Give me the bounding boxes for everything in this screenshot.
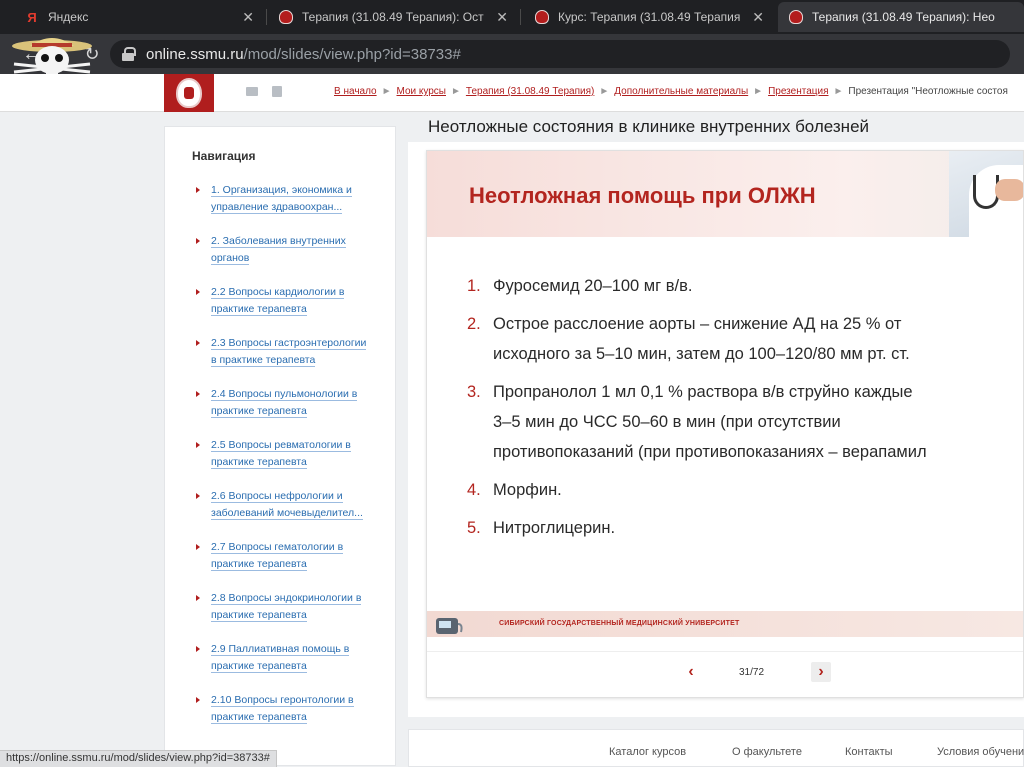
close-icon[interactable]: ✕ [496,9,508,26]
url-path: /mod/slides/view.php?id=38733# [243,45,461,63]
slide-viewer: Неотложная помощь при ОЛЖН 1. Фуросемид … [426,150,1024,698]
nav-item[interactable]: 2.7 Вопросы гематологии в практике терап… [192,539,372,573]
navigation-list: 1. Организация, экономика и управление з… [192,182,395,726]
breadcrumb-separator-icon: ► [753,86,764,97]
chevron-right-icon: › [818,663,824,680]
slide-list-item: 4. Морфин. [467,481,562,499]
breadcrumb-course[interactable]: Терапия (31.08.49 Терапия) [466,86,594,97]
tab-title: Яндекс [48,10,89,24]
slide-pager: ‹ 31/72 › [427,651,1023,691]
ssmu-crest-icon [788,9,804,25]
breadcrumb-separator-icon: ► [381,86,392,97]
breadcrumb-my-courses[interactable]: Мои курсы [397,86,447,97]
nav-item[interactable]: 2.9 Паллиативная помощь в практике терап… [192,641,372,675]
nav-item[interactable]: 2.10 Вопросы геронтологии в практике тер… [192,692,372,726]
crest-icon [176,78,202,108]
slide-list: 1. Фуросемид 20–100 мг в/в. 2. Острое ра… [467,271,1023,551]
url-input[interactable]: online.ssmu.ru /mod/slides/view.php?id=3… [110,40,1010,68]
slide: Неотложная помощь при ОЛЖН 1. Фуросемид … [427,151,1023,645]
doctor-stethoscope-image [949,151,1023,237]
footer-link-catalog[interactable]: Каталог курсов [609,746,686,758]
tonometer-icon [436,618,463,634]
url-host: online.ssmu.ru [146,45,244,63]
tab-therapy-ost[interactable]: Терапия (31.08.49 Терапия): Ост ✕ [268,2,518,32]
skull-straw-hat-icon [12,38,92,74]
nav-item[interactable]: 1. Организация, экономика и управление з… [192,182,372,216]
nav-item[interactable]: 2.5 Вопросы ревматологии в практике тера… [192,437,372,471]
nav-item[interactable]: 2. Заболевания внутренних органов [192,233,372,267]
ssmu-crest-icon [534,9,550,25]
page-title: Неотложные состояния в клинике внутренни… [428,117,870,136]
tab-therapy-neo[interactable]: Терапия (31.08.49 Терапия): Нео [778,2,1024,32]
close-icon[interactable]: ✕ [752,9,764,26]
tab-separator [520,9,521,25]
lock-icon [122,47,136,61]
close-icon[interactable]: ✕ [242,9,254,26]
breadcrumb-separator-icon: ► [451,86,461,97]
slide-list-item: 2. Острое расслоение аорты – снижение АД… [467,315,910,363]
slide-list-item: 1. Фуросемид 20–100 мг в/в. [467,277,693,295]
footer-link-about[interactable]: О факультете [732,746,802,758]
navigation-block: Навигация 1. Организация, экономика и уп… [164,126,396,766]
breadcrumb-separator-icon: ► [599,86,610,97]
slide-counter: 31/72 [739,667,765,678]
footer-link-terms[interactable]: Условия обучени [937,746,1024,758]
prev-slide-button[interactable]: ‹ [681,662,701,682]
nav-item[interactable]: 2.2 Вопросы кардиологии в практике терап… [192,284,372,318]
browser-address-bar: ← ↻ online.ssmu.ru /mod/slides/view.php?… [0,34,1024,74]
slide-list-item: 5. Нитроглицерин. [467,519,616,537]
breadcrumb-extra-materials[interactable]: Дополнительные материалы [614,86,748,97]
breadcrumb-presentation[interactable]: Презентация [768,86,828,97]
navigation-title: Навигация [192,149,256,163]
nav-item[interactable]: 2.6 Вопросы нефрологии и заболеваний моч… [192,488,372,522]
nav-item[interactable]: 2.4 Вопросы пульмонологии в практике тер… [192,386,372,420]
yandex-icon: Я [27,9,37,25]
tab-title: Терапия (31.08.49 Терапия): Ост [302,10,484,24]
breadcrumb-home[interactable]: В начало [334,86,377,97]
status-bar-url: https://online.ssmu.ru/mod/slides/view.p… [0,750,277,767]
chevron-left-icon: ‹ [688,663,694,680]
next-slide-button[interactable]: › [811,662,831,682]
slide-list-item: 3. Пропранолол 1 мл 0,1 % раствора в/в с… [467,383,927,461]
ssmu-crest-icon [278,9,294,25]
site-footer: Каталог курсов О факультете Контакты Усл… [408,729,1024,767]
breadcrumb: В начало ► Мои курсы ► Терапия (31.08.49… [334,86,1008,97]
tab-title: Курс: Терапия (31.08.49 Терапия [558,10,741,24]
calendar-icon[interactable] [272,86,282,97]
slide-heading: Неотложная помощь при ОЛЖН [469,183,816,208]
tab-yandex[interactable]: Я Яндекс ✕ [14,2,264,32]
site-header: В начало ► Мои курсы ► Терапия (31.08.49… [0,74,1024,112]
breadcrumb-current: Презентация "Неотложные состоя [848,86,1008,97]
tab-course-therapy[interactable]: Курс: Терапия (31.08.49 Терапия ✕ [524,2,774,32]
breadcrumb-separator-icon: ► [833,86,844,97]
nav-item[interactable]: 2.3 Вопросы гастроэнтерологии в практике… [192,335,372,369]
nav-item[interactable]: 2.8 Вопросы эндокринологии в практике те… [192,590,372,624]
mail-icon[interactable] [246,87,258,96]
browser-tab-bar: Я Яндекс ✕ Терапия (31.08.49 Терапия): О… [0,0,1024,34]
footer-link-contacts[interactable]: Контакты [845,746,893,758]
tab-title: Терапия (31.08.49 Терапия): Нео [812,10,995,24]
tab-separator [266,9,267,25]
university-name: СИБИРСКИЙ ГОСУДАРСТВЕННЫЙ МЕДИЦИНСКИЙ УН… [499,620,740,627]
ssmu-logo[interactable] [164,74,214,112]
